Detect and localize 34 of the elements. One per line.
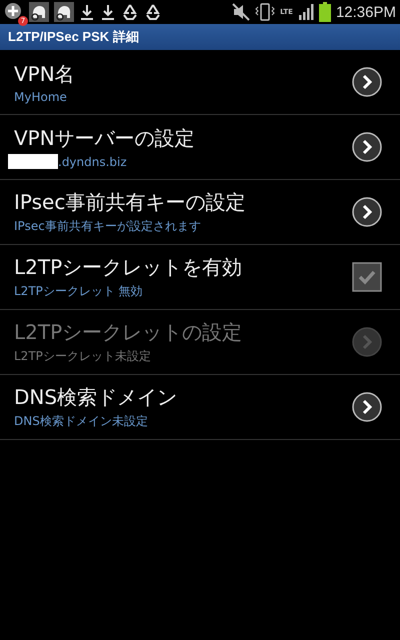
chevron-icon	[352, 132, 382, 162]
settings-item[interactable]: VPN名 MyHome	[0, 50, 400, 115]
mute-icon	[232, 3, 250, 21]
settings-item[interactable]: VPNサーバーの設定 .dyndns.biz	[0, 115, 400, 180]
recycle-icon	[144, 3, 162, 21]
setting-title: L2TPシークレットの設定	[14, 319, 242, 346]
vibrate-icon	[255, 3, 276, 21]
chevron-icon	[352, 197, 382, 227]
chevron-icon	[352, 327, 382, 357]
screen-title: L2TP/IPSec PSK 詳細	[8, 28, 139, 46]
recycle-icon	[121, 3, 139, 21]
download-icon	[100, 3, 116, 21]
status-time: 12:36PM	[336, 4, 396, 20]
download-icon	[79, 3, 95, 21]
setting-title: VPN名	[14, 60, 75, 88]
setting-title: IPsec事前共有キーの設定	[14, 189, 246, 216]
setting-summary: L2TPシークレット 無効	[14, 283, 143, 300]
settings-item[interactable]: DNS検索ドメイン DNS検索ドメイン未設定	[0, 375, 400, 440]
settings-item[interactable]: IPsec事前共有キーの設定 IPsec事前共有キーが設定されます	[0, 180, 400, 245]
setting-summary: .dyndns.biz	[58, 154, 127, 168]
setting-title: L2TPシークレットを有効	[14, 254, 242, 281]
chevron-icon	[352, 67, 382, 97]
chevron-icon	[352, 392, 382, 422]
setting-summary: DNS検索ドメイン未設定	[14, 413, 148, 430]
battery-icon	[318, 2, 331, 22]
add-notification-icon	[4, 2, 24, 22]
setting-summary: MyHome	[14, 90, 67, 104]
settings-item[interactable]: L2TPシークレットを有効 L2TPシークレット 無効	[0, 245, 400, 310]
setting-title: VPNサーバーの設定	[14, 125, 195, 152]
setting-summary: L2TPシークレット未設定	[14, 348, 151, 365]
setting-title: DNS検索ドメイン	[14, 384, 178, 411]
signal-icon	[298, 4, 314, 20]
checkbox[interactable]	[352, 262, 382, 292]
setting-summary: IPsec事前共有キーが設定されます	[14, 218, 201, 235]
